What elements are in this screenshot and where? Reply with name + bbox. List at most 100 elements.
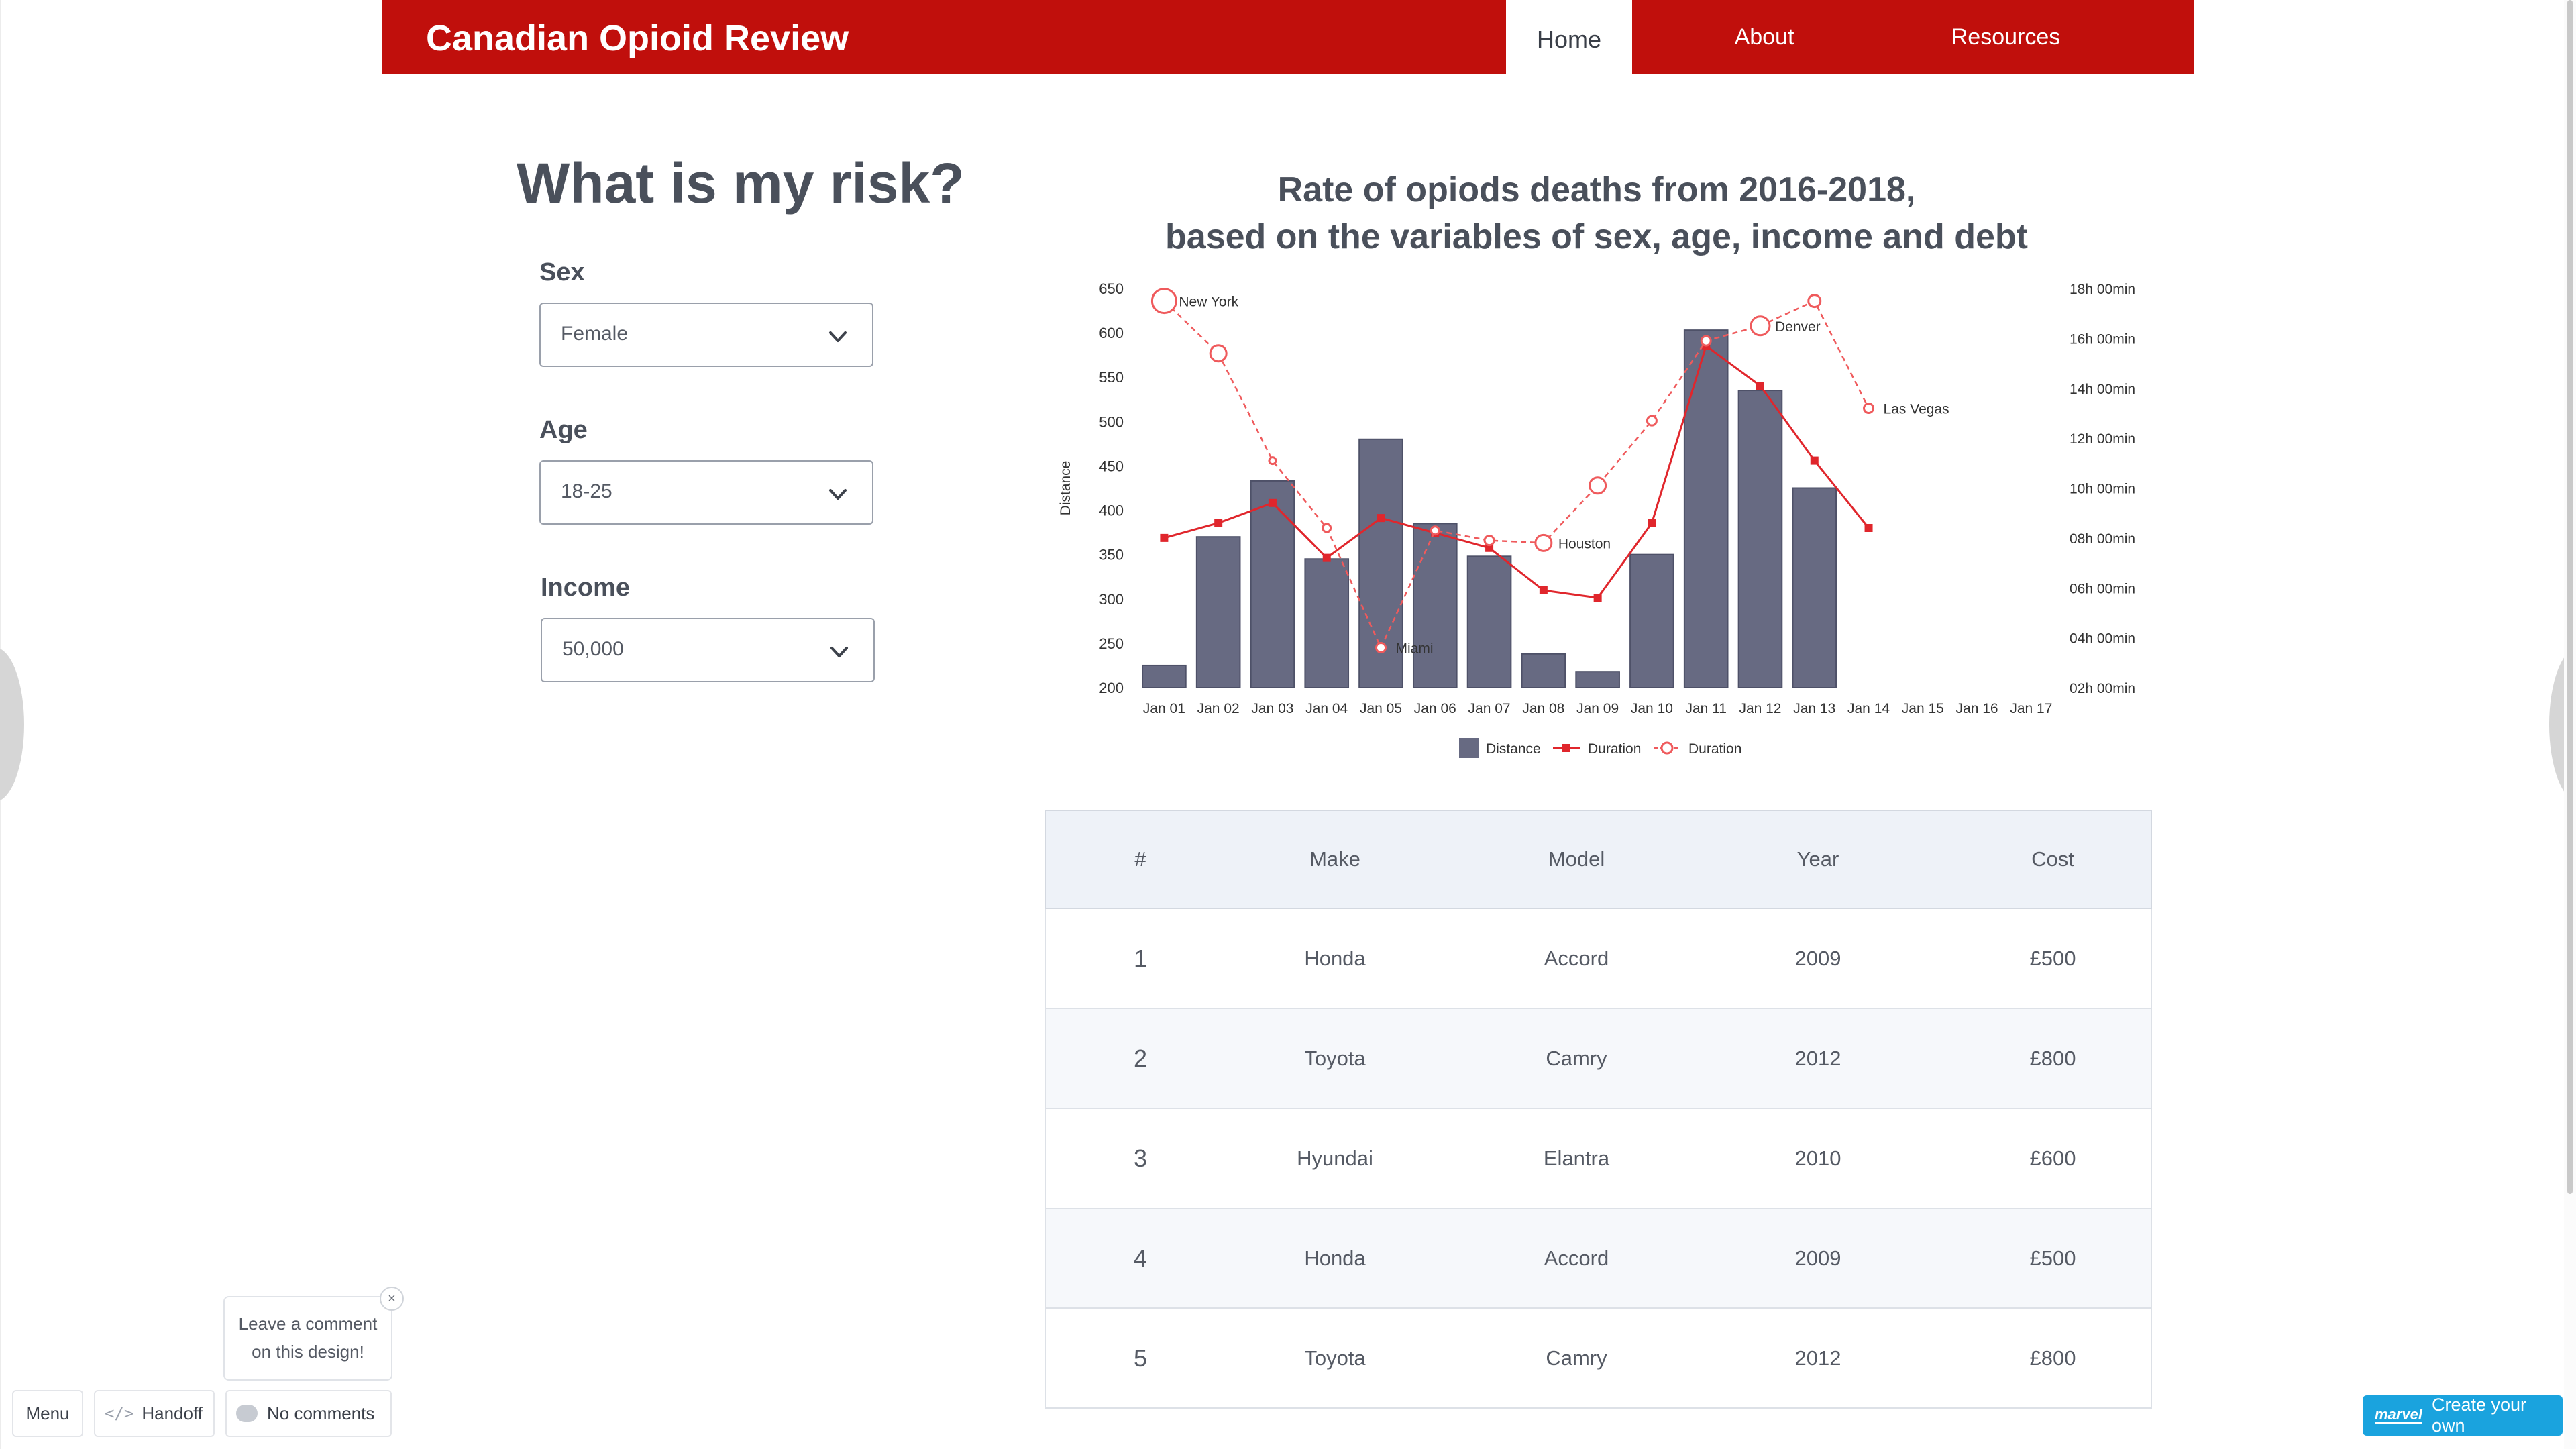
menu-button[interactable]: Menu xyxy=(12,1390,83,1437)
sex-select[interactable]: Female xyxy=(539,303,873,367)
bar xyxy=(1304,558,1350,688)
y-tick-label: 450 xyxy=(1099,458,1124,474)
duration-point xyxy=(1756,382,1764,390)
brand-title[interactable]: Canadian Opioid Review xyxy=(426,17,849,59)
y-tick-label: 400 xyxy=(1099,502,1124,519)
prev-screen-handle[interactable] xyxy=(0,647,24,802)
duration-dashed-point xyxy=(1483,535,1495,547)
x-tick-label: Jan 12 xyxy=(1739,701,1781,716)
sex-select-value: Female xyxy=(561,323,629,345)
y2-tick-label: 02h 00min xyxy=(2070,681,2135,696)
legend-label: Distance xyxy=(1486,741,1541,757)
income-label: Income xyxy=(541,574,631,602)
x-tick-label: Jan 05 xyxy=(1360,701,1402,716)
x-tick-label: Jan 16 xyxy=(1956,701,1998,716)
y-tick-label: 500 xyxy=(1099,413,1124,430)
bar xyxy=(1466,555,1512,688)
duration-dashed-point xyxy=(1322,523,1332,533)
chart-title-line-2: based on the variables of sex, age, inco… xyxy=(1165,217,2028,256)
table-row[interactable]: 3 Hyundai Elantra 2010 £600 xyxy=(1045,1109,2152,1209)
row-cell: £500 xyxy=(2029,946,2076,970)
table-header: # Make Model Year Cost xyxy=(1045,810,2152,909)
chevron-down-icon xyxy=(829,331,847,342)
code-icon: </> xyxy=(105,1404,134,1423)
header-cell[interactable]: Make xyxy=(1234,811,1436,908)
y2-tick-label: 06h 00min xyxy=(2070,581,2135,596)
header-cell[interactable]: Year xyxy=(1717,811,1919,908)
y-tick-label: 300 xyxy=(1099,591,1124,608)
chart-annotation: Denver xyxy=(1775,319,1821,335)
row-cell: Accord xyxy=(1544,1246,1609,1270)
comment-bubble-icon xyxy=(236,1405,258,1422)
close-icon[interactable]: × xyxy=(380,1287,404,1311)
legend-label: Duration xyxy=(1688,741,1741,757)
row-cell: 5 xyxy=(1133,1344,1148,1372)
table-row[interactable]: 1 Honda Accord 2009 £500 xyxy=(1045,909,2152,1009)
x-tick-label: Jan 04 xyxy=(1305,701,1348,716)
page-title: What is my risk? xyxy=(517,152,965,215)
table-row[interactable]: 5 Toyota Camry 2012 £800 xyxy=(1045,1309,2152,1409)
row-cell: £800 xyxy=(2029,1346,2076,1370)
chart-title-line-1: Rate of opiods deaths from 2016-2018, xyxy=(1277,170,1916,209)
bar xyxy=(1629,553,1674,688)
header-cell[interactable]: # xyxy=(1087,811,1194,908)
duration-point xyxy=(1214,519,1223,527)
x-tick-label: Jan 10 xyxy=(1631,701,1673,716)
bar xyxy=(1792,487,1837,688)
x-tick-label: Jan 14 xyxy=(1847,701,1890,716)
row-cell: 2010 xyxy=(1794,1146,1841,1170)
handoff-label: Handoff xyxy=(142,1403,203,1424)
nav-home[interactable]: Home xyxy=(1506,0,1632,74)
duration-point xyxy=(1160,533,1169,542)
y-tick-label: 650 xyxy=(1099,280,1124,297)
row-cell: 4 xyxy=(1133,1244,1148,1272)
duration-dashed-point xyxy=(1700,335,1712,347)
row-cell: Camry xyxy=(1546,1046,1607,1070)
x-tick-label: Jan 11 xyxy=(1685,701,1727,716)
y2-tick-label: 04h 00min xyxy=(2070,631,2135,647)
bar xyxy=(1250,480,1295,688)
scrollbar-thumb[interactable] xyxy=(2567,0,2573,1194)
y-tick-label: 600 xyxy=(1099,325,1124,341)
x-tick-label: Jan 09 xyxy=(1576,701,1619,716)
row-cell: £500 xyxy=(2029,1246,2076,1270)
duration-dashed-point xyxy=(1375,642,1387,653)
handoff-button[interactable]: </> Handoff xyxy=(94,1390,215,1437)
x-tick-label: Jan 13 xyxy=(1793,701,1835,716)
row-cell: Hyundai xyxy=(1297,1146,1373,1170)
duration-dashed-point xyxy=(1209,344,1228,363)
y2-tick-label: 16h 00min xyxy=(2070,331,2135,347)
nav-resources[interactable]: Resources xyxy=(1925,0,2086,74)
y2-tick-label: 12h 00min xyxy=(2070,431,2135,447)
create-your-own-button[interactable]: marvel Create your own xyxy=(2363,1395,2563,1436)
table-row[interactable]: 4 Honda Accord 2009 £500 xyxy=(1045,1209,2152,1309)
y-tick-label: 250 xyxy=(1099,635,1124,652)
chart-svg: 200 250 300 350 400 450 500 550 600 650 02h 00min 0… xyxy=(1058,280,2189,758)
nav-about[interactable]: About xyxy=(1697,0,1831,74)
x-tick-label: Jan 01 xyxy=(1143,701,1185,716)
income-select-value: 50,000 xyxy=(562,638,624,660)
row-cell: 2012 xyxy=(1794,1346,1841,1370)
bar xyxy=(1412,523,1458,688)
opioid-chart: 200 250 300 350 400 450 500 550 600 650 02h 00min 0… xyxy=(1046,268,2189,778)
table-row[interactable]: 2 Toyota Camry 2012 £800 xyxy=(1045,1009,2152,1109)
duration-point xyxy=(1810,456,1819,465)
data-table: # Make Model Year Cost 1 Honda Accord 20… xyxy=(1045,810,2152,1409)
comments-button[interactable]: No comments xyxy=(225,1390,392,1437)
y2-tick-label: 08h 00min xyxy=(2070,531,2135,547)
header-cell[interactable]: Cost xyxy=(1959,811,2147,908)
duration-point xyxy=(1539,586,1548,594)
x-tick-label: Jan 03 xyxy=(1251,701,1293,716)
chart-annotation: Miami xyxy=(1396,641,1434,657)
duration-dashed-point xyxy=(1807,294,1822,309)
row-cell: £600 xyxy=(2029,1146,2076,1170)
row-cell: 2009 xyxy=(1794,1246,1841,1270)
bar xyxy=(1142,664,1187,689)
cta-label: Create your own xyxy=(2431,1395,2527,1436)
age-select[interactable]: 18-25 xyxy=(539,460,873,525)
header-cell[interactable]: Model xyxy=(1476,811,1677,908)
chart-annotation: Houston xyxy=(1558,536,1611,551)
income-select[interactable]: 50,000 xyxy=(541,618,875,682)
x-tick-label: Jan 17 xyxy=(2010,701,2052,716)
chevron-down-icon xyxy=(830,647,848,657)
